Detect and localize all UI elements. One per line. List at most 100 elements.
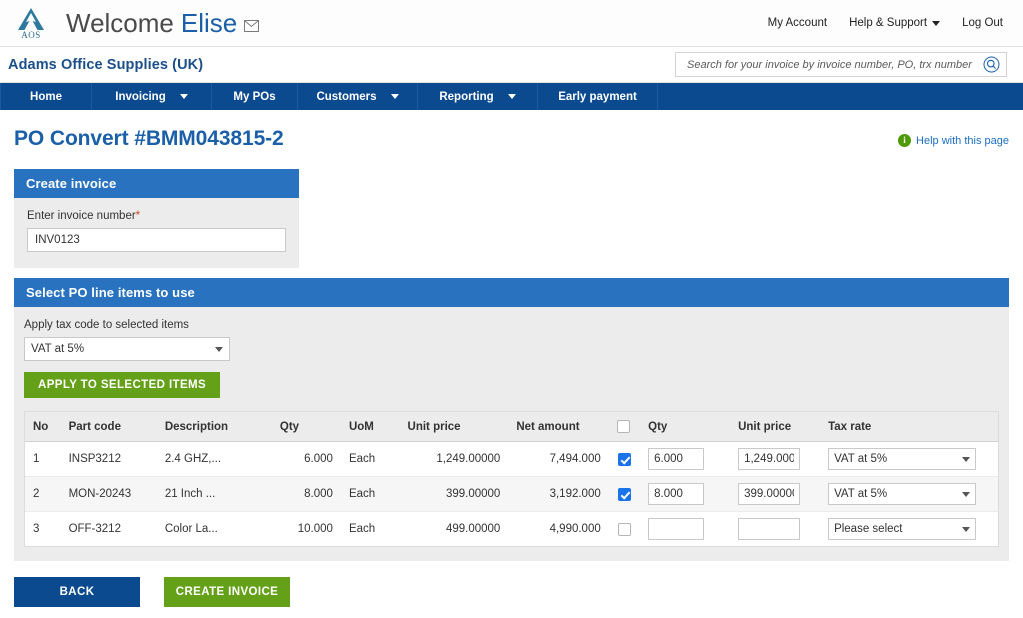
nav-item-reporting[interactable]: Reporting [418,83,538,110]
edit-qty-input[interactable] [648,448,705,470]
row-select-checkbox[interactable] [617,487,631,501]
th-no: No [25,412,61,442]
help-support-link[interactable]: Help & Support [849,17,941,29]
nav-label-early-payment: Early payment [558,90,637,103]
cell-net-amount: 4,990.000 [549,523,601,535]
cell-net-amount: 7,494.000 [508,441,609,477]
cell-edit-qty [640,441,731,477]
chevron-down-icon [932,20,941,26]
select-all-checkbox[interactable] [616,420,630,433]
invoice-number-input[interactable] [27,228,286,252]
th-qty: Qty [271,412,341,442]
cell-qty: 10.000 [297,523,333,535]
cell-description: Color La... [164,523,218,535]
nav-label-my-pos: My POs [233,90,276,103]
nav-item-my-pos[interactable]: My POs [212,83,298,110]
search-box[interactable] [675,52,1007,77]
tax-code-value: VAT at 5% [31,343,85,355]
table-row: 2 MON-20243 21 Inch ... 8.000 Each 399.0… [25,476,998,512]
select-po-line-items-panel: Select PO line items to use Apply tax co… [14,278,1009,561]
required-asterisk: * [135,210,141,222]
row-select-checkbox[interactable] [617,522,631,536]
welcome-message: Welcome Elise [66,7,260,39]
edit-unit-price-input[interactable] [738,483,801,505]
th-edit-qty: Qty [640,412,731,442]
cell-part-code: MON-20243 [60,476,157,512]
edit-unit-price-input[interactable] [738,518,801,540]
nav-item-customers[interactable]: Customers [298,83,418,110]
th-description: Description [156,412,272,442]
help-with-page-link[interactable]: i Help with this page [898,134,1009,147]
row-select-checkbox[interactable] [617,452,631,466]
logo-text: AOS [21,29,41,40]
cell-qty: 8.000 [271,476,341,512]
chevron-down-icon [962,491,971,497]
cell-no: 2 [25,476,61,512]
nav-label-home: Home [30,90,62,103]
apply-to-selected-items-button[interactable]: APPLY TO SELECTED ITEMS [24,372,221,398]
search-input[interactable] [685,57,983,72]
edit-qty-input[interactable] [648,483,705,505]
chevron-down-icon [215,346,223,352]
chevron-down-icon [962,456,971,462]
envelope-icon[interactable] [244,8,260,39]
cell-edit-unit-price [730,476,821,512]
chevron-down-icon [390,94,399,99]
top-header-bar: AOS Welcome Elise My Account Help & Supp… [0,0,1023,47]
page-header: PO Convert #BMM043815-2 i Help with this… [14,110,1009,159]
cell-edit-qty [640,512,730,547]
account-links: My Account Help & Support Log Out [768,17,1007,29]
log-out-link[interactable]: Log Out [962,17,1003,29]
th-net-amount: Net amount [508,412,609,442]
tax-code-select[interactable]: VAT at 5% [24,337,230,361]
welcome-prefix: Welcome [66,7,174,38]
cell-qty: 6.000 [271,441,341,477]
th-tax-rate: Tax rate [820,412,998,442]
tax-rate-select[interactable]: VAT at 5% [828,448,977,470]
cell-part-code: INSP3212 [60,441,157,477]
create-invoice-panel-body: Enter invoice number* [14,198,299,268]
nav-label-reporting: Reporting [439,90,494,103]
edit-unit-price-input[interactable] [738,448,801,470]
cell-unit-price: 499.00000 [445,523,501,535]
select-items-panel-body: Apply tax code to selected items VAT at … [14,307,1009,561]
create-invoice-panel: Create invoice Enter invoice number* [14,169,299,268]
log-out-label: Log Out [962,17,1003,29]
search-icon[interactable] [983,56,1000,73]
tax-rate-select[interactable]: VAT at 5% [828,483,977,505]
info-icon: i [898,134,912,147]
triangle-logo-icon [16,7,46,31]
tax-rate-value: VAT at 5% [834,488,888,500]
my-account-label: My Account [767,17,828,29]
table-row: 1 INSP3212 2.4 GHZ,... 6.000 Each 1,249.… [25,441,998,477]
cell-edit-unit-price [730,512,820,547]
create-invoice-button[interactable]: CREATE INVOICE [164,577,290,607]
my-account-link[interactable]: My Account [768,17,827,29]
create-invoice-panel-title: Create invoice [14,169,299,198]
edit-qty-input[interactable] [648,518,705,540]
select-items-panel-title: Select PO line items to use [14,278,1009,307]
table-body: 1 INSP3212 2.4 GHZ,... 6.000 Each 1,249.… [25,441,998,547]
chevron-down-icon [507,94,516,99]
nav-item-home[interactable]: Home [0,83,92,110]
po-line-items-table-wrapper: No Part code Description Qty UoM Unit pr… [24,411,999,547]
aos-logo[interactable]: AOS [8,7,54,40]
help-with-page-label: Help with this page [916,134,1009,147]
cell-edit-qty [640,476,731,512]
nav-item-invoicing[interactable]: Invoicing [92,83,212,110]
cell-edit-unit-price [730,441,821,477]
cell-part-code: OFF-3212 [68,523,121,535]
form-action-buttons: BACK CREATE INVOICE [14,577,1009,617]
nav-label-invoicing: Invoicing [115,90,166,103]
th-uom: UoM [340,412,400,442]
cell-description: 2.4 GHZ,... [156,441,272,477]
cell-tax-rate: VAT at 5% [820,476,998,512]
table-header: No Part code Description Qty UoM Unit pr… [25,412,998,442]
th-edit-unit-price: Unit price [730,412,821,442]
cell-select [608,441,641,477]
nav-item-early-payment[interactable]: Early payment [538,83,658,110]
table-header-row: No Part code Description Qty UoM Unit pr… [25,412,998,442]
back-button[interactable]: BACK [14,577,140,607]
tax-rate-select[interactable]: Please select [828,518,977,540]
th-unit-price: Unit price [399,412,509,442]
